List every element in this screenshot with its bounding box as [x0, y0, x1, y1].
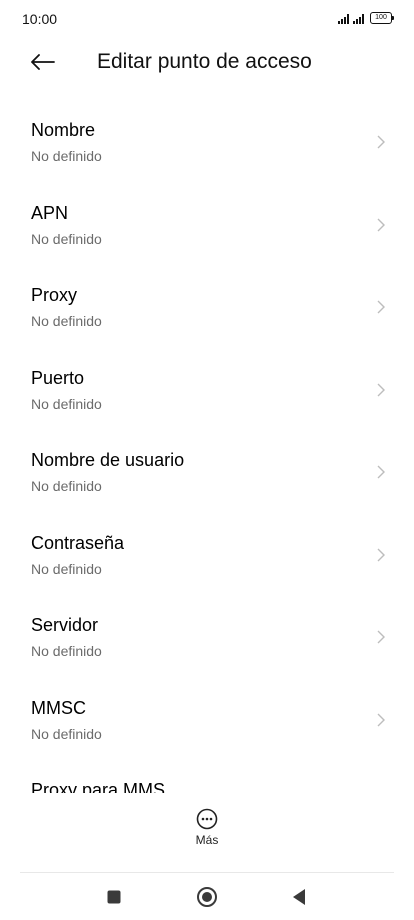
more-button[interactable]: Más	[180, 808, 234, 860]
recent-apps-icon	[107, 890, 121, 904]
chevron-right-icon	[377, 630, 385, 644]
recent-apps-button[interactable]	[102, 885, 126, 909]
item-value: No definido	[31, 148, 102, 164]
signal-icon	[338, 14, 349, 24]
nav-back-button[interactable]	[287, 885, 311, 909]
chevron-right-icon	[377, 383, 385, 396]
page-title: Editar punto de acceso	[97, 50, 312, 73]
item-value: No definido	[31, 478, 102, 494]
item-value: No definido	[31, 725, 102, 742]
item-label: Proxy	[31, 285, 78, 305]
item-label: Nombre	[31, 120, 96, 140]
system-nav-bar	[0, 873, 414, 920]
item-label: MMSC	[31, 697, 86, 718]
list-item-nombre-de-usuario[interactable]: Nombre de usuario No definido	[0, 433, 414, 516]
item-value: No definido	[31, 395, 102, 412]
home-icon	[197, 887, 217, 907]
item-value: No definido	[31, 643, 102, 659]
back-arrow-icon	[31, 54, 55, 70]
item-value: No definido	[31, 560, 102, 577]
chevron-right-icon	[377, 548, 385, 561]
signal-icon	[353, 14, 364, 24]
chevron-right-icon	[377, 300, 385, 314]
list-item-proxy[interactable]: Proxy No definido	[0, 268, 414, 351]
item-label: Servidor	[31, 615, 99, 635]
back-button[interactable]	[26, 47, 60, 77]
chevron-right-icon	[377, 465, 385, 479]
app-header: Editar punto de acceso	[0, 40, 414, 86]
item-label: Puerto	[31, 367, 85, 388]
list-item-contrasena[interactable]: Contraseña No definido	[0, 516, 414, 599]
nav-back-icon	[293, 889, 305, 905]
item-label: Nombre de usuario	[31, 450, 185, 470]
chevron-right-icon	[377, 218, 385, 231]
status-bar: 10:00 100	[0, 0, 414, 40]
list-item-proxy-para-mms[interactable]: Proxy para MMS	[0, 763, 414, 793]
list-item-puerto[interactable]: Puerto No definido	[0, 351, 414, 434]
more-icon	[196, 808, 218, 830]
item-value: No definido	[31, 313, 102, 329]
item-label: APN	[31, 202, 69, 223]
list-item-mmsc[interactable]: MMSC No definido	[0, 681, 414, 764]
chevron-right-icon	[377, 135, 385, 149]
bottom-action-bar: Más	[0, 805, 414, 865]
list-item-servidor[interactable]: Servidor No definido	[0, 598, 414, 681]
list-item-apn[interactable]: APN No definido	[0, 186, 414, 269]
home-button[interactable]	[195, 885, 219, 909]
apn-settings-list[interactable]: Nombre No definido APN No definido Proxy…	[0, 103, 414, 793]
chevron-right-icon	[377, 713, 385, 726]
more-label: Más	[195, 833, 219, 847]
status-icons: 100	[338, 12, 394, 24]
item-label: Proxy para MMS	[31, 780, 166, 793]
list-item-nombre[interactable]: Nombre No definido	[0, 103, 414, 186]
item-value: No definido	[31, 230, 102, 247]
status-time: 10:00	[22, 11, 58, 27]
item-label: Contraseña	[31, 532, 125, 553]
battery-icon: 100	[370, 12, 394, 24]
